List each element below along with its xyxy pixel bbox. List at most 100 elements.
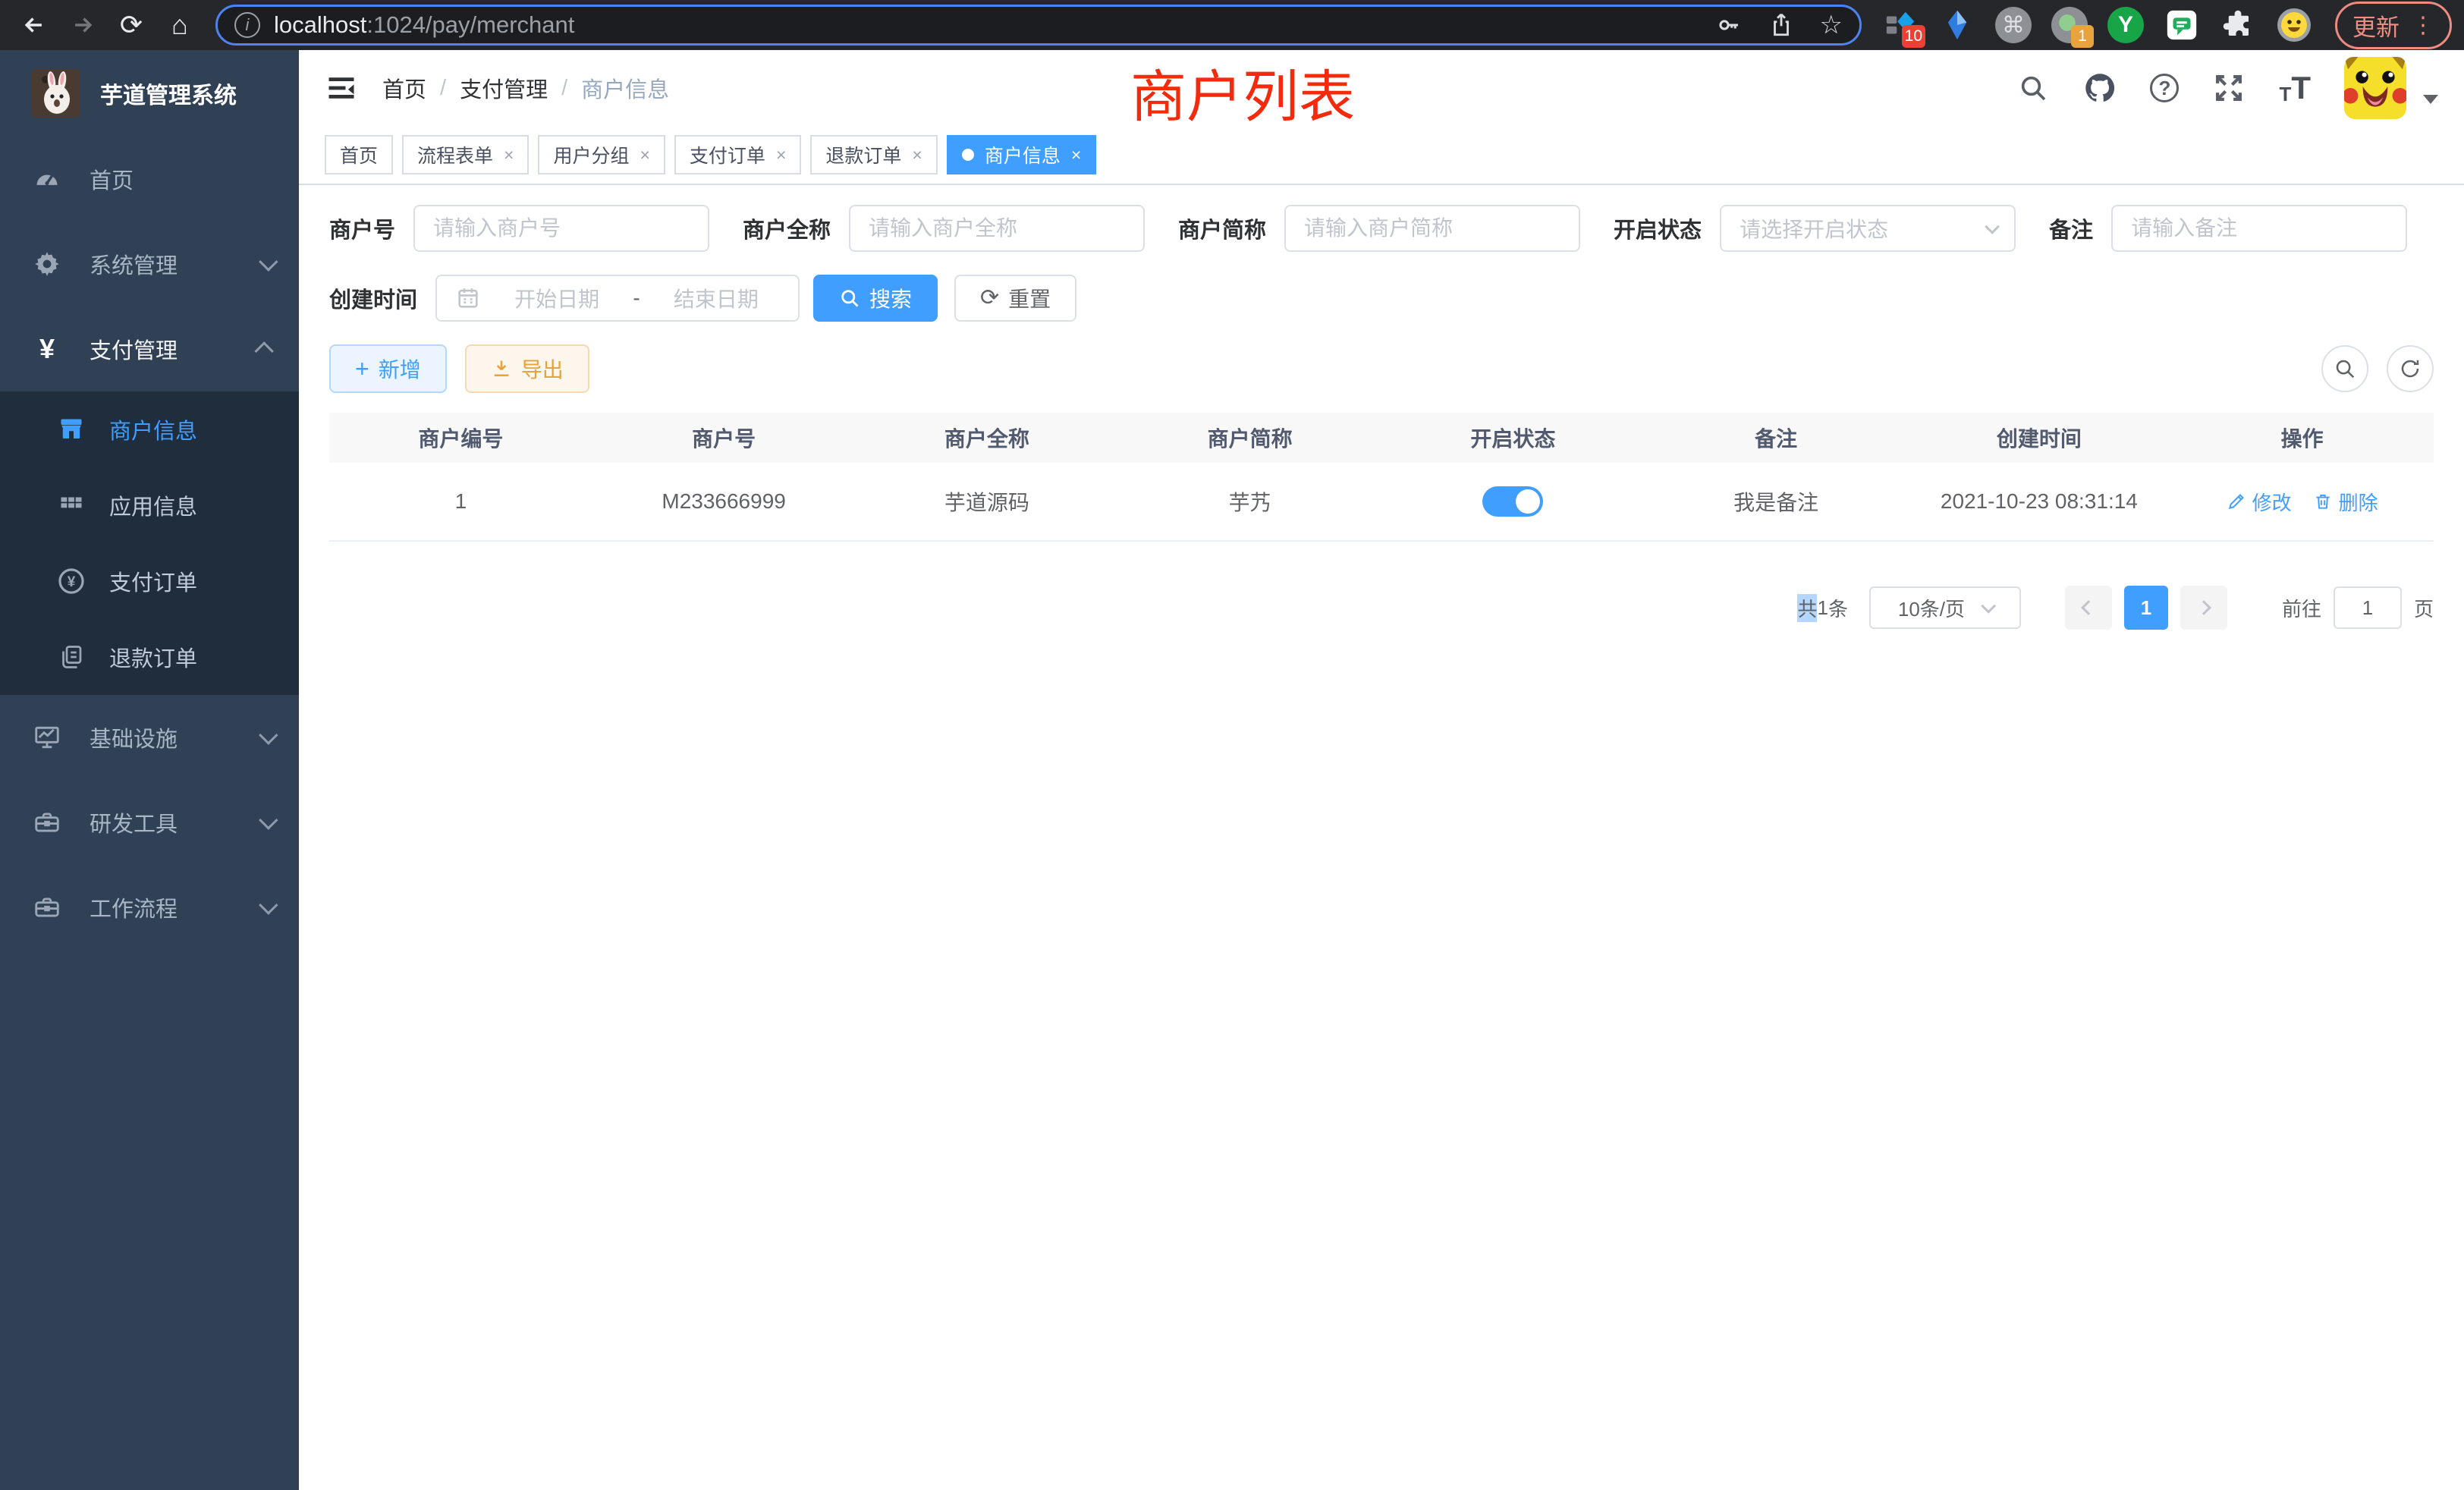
sidebar-item-home[interactable]: 首页 bbox=[0, 137, 299, 222]
cell-merchant-no: M233666999 bbox=[592, 489, 856, 514]
show-search-button[interactable] bbox=[2321, 345, 2368, 392]
extension-chat-icon[interactable] bbox=[2162, 5, 2202, 45]
add-button-label: 新增 bbox=[379, 354, 421, 384]
hamburger-icon[interactable] bbox=[325, 71, 358, 105]
bookmark-star-icon[interactable]: ☆ bbox=[1820, 10, 1843, 40]
extension-command-icon[interactable]: ⌘ bbox=[1994, 5, 2033, 45]
export-button-label: 导出 bbox=[521, 354, 564, 384]
plus-icon: + bbox=[355, 357, 369, 381]
browser-forward-button[interactable] bbox=[61, 3, 105, 47]
breadcrumb-home[interactable]: 首页 bbox=[382, 72, 426, 104]
start-date-placeholder[interactable]: 开始日期 bbox=[493, 283, 621, 313]
goto-page-input[interactable] bbox=[2334, 586, 2402, 629]
browser-back-button[interactable] bbox=[12, 3, 56, 47]
tag-merchant-info[interactable]: 商户信息 × bbox=[947, 135, 1096, 174]
extension-icons: 10 ⌘ 1 Y bbox=[1881, 5, 2314, 45]
app-logo-rabbit bbox=[32, 69, 80, 118]
sidebar-item-pay[interactable]: ¥ 支付管理 bbox=[0, 306, 299, 391]
add-button[interactable]: + 新增 bbox=[329, 344, 447, 393]
tag-user-group[interactable]: 用户分组 × bbox=[538, 135, 665, 174]
help-icon[interactable]: ? bbox=[2150, 74, 2179, 102]
tag-close-icon[interactable]: × bbox=[504, 145, 514, 165]
address-bar[interactable]: i localhost :1024/pay/merchant ☆ bbox=[215, 5, 1862, 46]
filter-create-time: 创建时间 开始日期 - 结束日期 bbox=[329, 275, 800, 322]
user-avatar[interactable] bbox=[2344, 57, 2406, 119]
browser-refresh-button[interactable]: ⟳ bbox=[109, 3, 153, 47]
col-header: 操作 bbox=[2170, 423, 2434, 453]
sidebar-item-refund-order[interactable]: 退款订单 bbox=[0, 619, 299, 695]
tag-close-icon[interactable]: × bbox=[912, 145, 922, 165]
extension-kite-icon[interactable] bbox=[1938, 5, 1977, 45]
table-row: 1 M233666999 芋道源码 芋艿 我是备注 2021-10-23 08:… bbox=[329, 463, 2434, 542]
merchant-no-input[interactable] bbox=[433, 216, 690, 240]
page-size-select[interactable]: 10条/页 bbox=[1869, 586, 2021, 629]
status-toggle[interactable] bbox=[1482, 486, 1543, 517]
end-date-placeholder[interactable]: 结束日期 bbox=[652, 283, 780, 313]
breadcrumb-current: 商户信息 bbox=[581, 72, 669, 104]
tag-process-form[interactable]: 流程表单 × bbox=[402, 135, 529, 174]
browser-update-button[interactable]: 更新 ⋮ bbox=[2335, 2, 2452, 49]
github-icon[interactable] bbox=[2083, 71, 2117, 105]
edit-link[interactable]: 修改 bbox=[2227, 488, 2292, 516]
refresh-table-button[interactable] bbox=[2387, 345, 2434, 392]
sidebar-item-workflow[interactable]: 工作流程 bbox=[0, 865, 299, 950]
sidebar-item-label: 退款订单 bbox=[109, 641, 197, 673]
tag-close-icon[interactable]: × bbox=[640, 145, 649, 165]
extensions-puzzle-icon[interactable] bbox=[2218, 5, 2258, 45]
tag-close-icon[interactable]: × bbox=[776, 145, 786, 165]
cell-short-name: 芋艿 bbox=[1118, 486, 1381, 517]
next-page-button[interactable] bbox=[2180, 586, 2227, 630]
share-icon[interactable] bbox=[1768, 12, 1794, 38]
status-select[interactable]: 请选择开启状态 bbox=[1720, 205, 2016, 252]
extension-diamond-icon[interactable]: 10 bbox=[1881, 5, 1921, 45]
extension-status-icon[interactable]: 1 bbox=[2050, 5, 2089, 45]
short-name-input[interactable] bbox=[1304, 216, 1560, 240]
date-range-picker[interactable]: 开始日期 - 结束日期 bbox=[435, 275, 800, 322]
extension-y-icon[interactable]: Y bbox=[2106, 5, 2145, 45]
sidebar-item-label: 应用信息 bbox=[109, 489, 197, 521]
browser-home-button[interactable]: ⌂ bbox=[158, 3, 202, 47]
avatar-caret-icon[interactable] bbox=[2423, 95, 2438, 104]
gear-icon bbox=[30, 247, 64, 281]
export-button[interactable]: 导出 bbox=[465, 344, 589, 393]
filter-label: 商户简称 bbox=[1178, 212, 1266, 244]
tag-refund-order[interactable]: 退款订单 × bbox=[810, 135, 937, 174]
store-icon bbox=[56, 414, 86, 445]
col-header: 商户编号 bbox=[329, 423, 592, 453]
url-host: localhost bbox=[274, 11, 366, 39]
profile-emoji-icon[interactable] bbox=[2274, 5, 2314, 45]
password-key-icon[interactable] bbox=[1715, 11, 1743, 39]
prev-page-button[interactable] bbox=[2065, 586, 2112, 630]
header-search-icon[interactable] bbox=[2016, 71, 2050, 105]
breadcrumb-pay[interactable]: 支付管理 bbox=[460, 72, 548, 104]
filter-row-1: 商户号 商户全称 商户简称 开启状态 请选择开启状态 bbox=[329, 205, 2434, 252]
full-name-input[interactable] bbox=[869, 216, 1125, 240]
sidebar-item-system[interactable]: 系统管理 bbox=[0, 222, 299, 306]
briefcase-icon bbox=[30, 891, 64, 924]
sidebar-item-label: 支付管理 bbox=[90, 333, 178, 365]
search-button[interactable]: 搜索 bbox=[813, 275, 938, 322]
goto-label: 前往 bbox=[2282, 594, 2321, 622]
col-header: 商户简称 bbox=[1118, 423, 1381, 453]
font-size-icon[interactable]: TT bbox=[2279, 70, 2311, 106]
tag-pay-order[interactable]: 支付订单 × bbox=[674, 135, 801, 174]
reset-button[interactable]: ⟳ 重置 bbox=[954, 275, 1076, 322]
sidebar-item-app-info[interactable]: 应用信息 bbox=[0, 467, 299, 543]
chevron-down-icon bbox=[1985, 219, 2000, 234]
sidebar-item-merchant-info[interactable]: 商户信息 bbox=[0, 391, 299, 467]
delete-link[interactable]: 删除 bbox=[2313, 488, 2378, 516]
browser-menu-icon[interactable]: ⋮ bbox=[2412, 12, 2434, 39]
annotation-title: 商户列表 bbox=[1130, 52, 1355, 133]
active-dot bbox=[962, 149, 974, 161]
page-number-1[interactable]: 1 bbox=[2124, 586, 2168, 630]
tag-home[interactable]: 首页 bbox=[325, 135, 393, 174]
calendar-icon bbox=[455, 285, 481, 311]
sidebar-item-devtools[interactable]: 研发工具 bbox=[0, 780, 299, 865]
sidebar-item-pay-order[interactable]: ¥ 支付订单 bbox=[0, 543, 299, 619]
tag-close-icon[interactable]: × bbox=[1071, 145, 1081, 165]
sidebar-item-infra[interactable]: 基础设施 bbox=[0, 695, 299, 780]
app-logo-row[interactable]: 芋道管理系统 bbox=[0, 50, 299, 137]
site-info-icon[interactable]: i bbox=[234, 12, 260, 38]
fullscreen-icon[interactable] bbox=[2212, 71, 2246, 105]
remark-input[interactable] bbox=[2131, 216, 2387, 240]
